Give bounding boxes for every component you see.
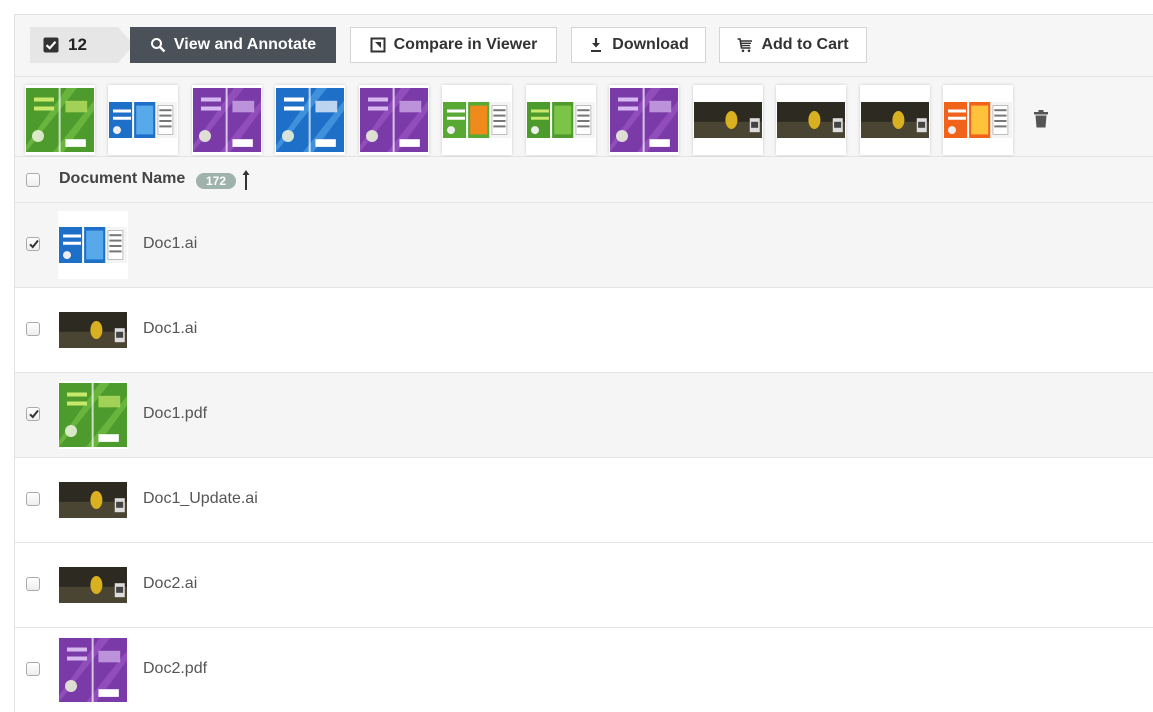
add-to-cart-label: Add to Cart <box>761 36 849 53</box>
document-thumbnail[interactable] <box>58 636 128 704</box>
compare-icon <box>370 37 386 53</box>
document-name[interactable]: Doc2.ai <box>143 575 197 593</box>
search-icon <box>150 38 166 53</box>
document-row[interactable]: Doc2.ai <box>15 543 1153 628</box>
document-thumbnail-art <box>610 88 678 152</box>
document-row[interactable]: Doc1.ai <box>15 288 1153 373</box>
download-icon <box>591 38 602 52</box>
document-thumbnail-art <box>861 102 929 138</box>
document-row[interactable]: Doc2.pdf <box>15 628 1153 712</box>
selected-thumbnail[interactable] <box>192 85 262 155</box>
selected-thumbnail[interactable] <box>609 85 679 155</box>
document-thumbnail-art <box>527 102 595 138</box>
document-thumbnail[interactable] <box>58 381 128 449</box>
document-name[interactable]: Doc2.pdf <box>143 660 207 678</box>
document-name[interactable]: Doc1.pdf <box>143 405 207 423</box>
selected-thumbnail[interactable] <box>25 85 95 155</box>
add-to-cart-button[interactable]: Add to Cart <box>719 27 867 63</box>
download-label: Download <box>612 36 689 53</box>
document-thumbnail[interactable] <box>58 211 128 279</box>
sort-ascending-icon[interactable] <box>241 169 251 191</box>
checkmark-icon <box>29 239 39 249</box>
selected-thumbnail[interactable] <box>943 85 1013 155</box>
document-browser: 12 View and Annotate Compare in Viewer D… <box>14 14 1153 712</box>
document-thumbnail-art <box>26 88 94 152</box>
document-name[interactable]: Doc1.ai <box>143 320 197 338</box>
document-thumbnail-art <box>276 88 344 152</box>
document-thumbnail-art <box>109 102 177 138</box>
document-thumbnail-art <box>59 312 127 348</box>
row-checkbox[interactable] <box>26 577 40 591</box>
document-row[interactable]: Doc1.pdf <box>15 373 1153 458</box>
select-all-checkbox[interactable] <box>26 173 40 187</box>
trash-icon[interactable] <box>1034 110 1048 128</box>
checkmark-icon <box>29 409 39 419</box>
document-thumbnail[interactable] <box>58 551 128 619</box>
selected-thumbnail[interactable] <box>275 85 345 155</box>
compare-in-viewer-label: Compare in Viewer <box>393 36 538 53</box>
view-and-annotate-label: View and Annotate <box>173 36 317 53</box>
selected-count: 12 <box>68 35 87 54</box>
document-thumbnail-art <box>59 482 127 518</box>
compare-in-viewer-button[interactable]: Compare in Viewer <box>350 27 557 63</box>
row-checkbox[interactable] <box>26 237 40 251</box>
selected-thumbnail[interactable] <box>776 85 846 155</box>
selected-thumbnail[interactable] <box>359 85 429 155</box>
row-checkbox[interactable] <box>26 492 40 506</box>
selected-thumbnail[interactable] <box>442 85 512 155</box>
row-checkbox[interactable] <box>26 407 40 421</box>
download-button[interactable]: Download <box>571 27 706 63</box>
document-thumbnail[interactable] <box>58 296 128 364</box>
selected-thumbnail[interactable] <box>860 85 930 155</box>
document-thumbnail-art <box>59 638 127 702</box>
document-count-pill: 172 <box>196 173 236 189</box>
selection-count-badge[interactable]: 12 <box>30 27 134 63</box>
document-thumbnail-art <box>59 567 127 603</box>
row-checkbox[interactable] <box>26 322 40 336</box>
selected-thumbnail[interactable] <box>526 85 596 155</box>
view-and-annotate-button[interactable]: View and Annotate <box>130 27 336 63</box>
cart-icon <box>737 38 753 53</box>
document-thumbnail-art <box>777 102 845 138</box>
document-thumbnail-art <box>59 383 127 447</box>
row-checkbox[interactable] <box>26 662 40 676</box>
document-row[interactable]: Doc1_Update.ai <box>15 458 1153 543</box>
selected-thumbnails-tray <box>15 77 1153 157</box>
list-header: Document Name 172 <box>15 157 1153 203</box>
document-thumbnail-art <box>944 102 1012 138</box>
document-thumbnail-art <box>360 88 428 152</box>
checkbox-checked-icon <box>43 37 59 53</box>
document-name[interactable]: Doc1.ai <box>143 235 197 253</box>
document-name[interactable]: Doc1_Update.ai <box>143 490 258 508</box>
document-thumbnail-art <box>59 227 127 263</box>
document-thumbnail-art <box>193 88 261 152</box>
document-row[interactable]: Doc1.ai <box>15 203 1153 288</box>
selected-thumbnail[interactable] <box>693 85 763 155</box>
column-title-document-name[interactable]: Document Name <box>59 170 185 188</box>
document-thumbnail[interactable] <box>58 466 128 534</box>
document-thumbnail-art <box>443 102 511 138</box>
document-thumbnail-art <box>694 102 762 138</box>
action-toolbar: 12 View and Annotate Compare in Viewer D… <box>15 15 1153 77</box>
selected-thumbnail[interactable] <box>108 85 178 155</box>
